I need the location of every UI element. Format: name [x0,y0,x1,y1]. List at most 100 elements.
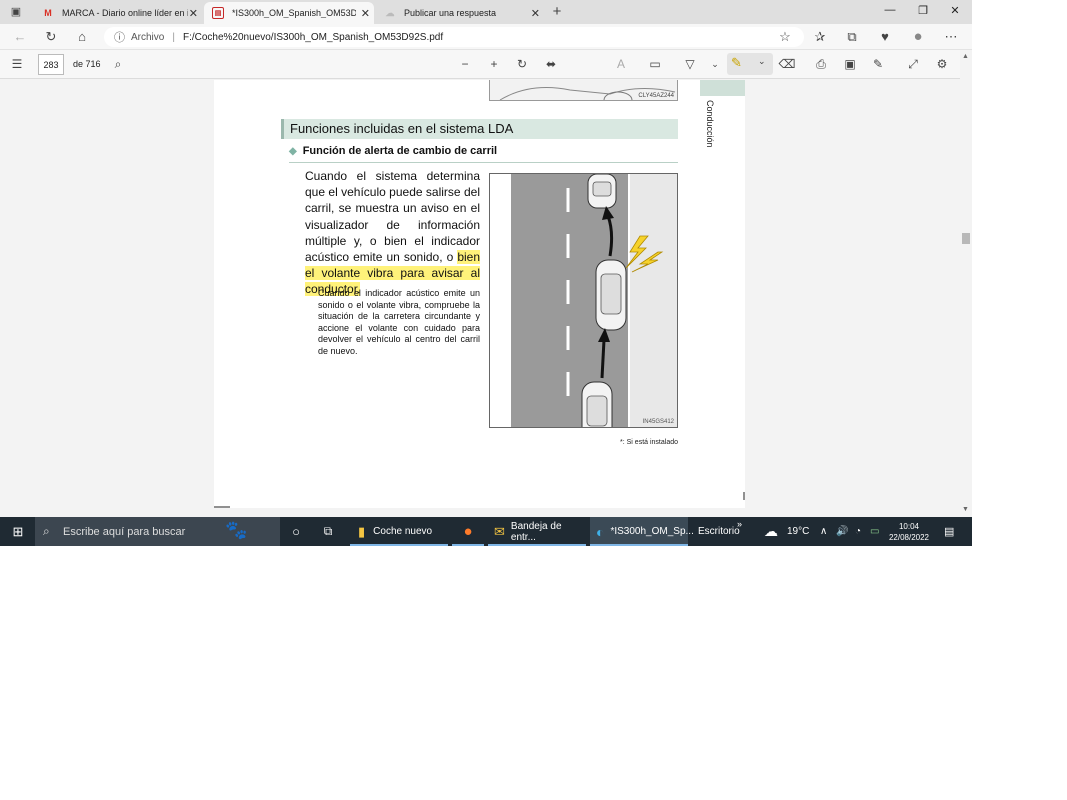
url-field[interactable]: ⓘ Archivo | F:/Coche%20nuevo/IS300h_OM_S… [104,27,804,47]
close-icon[interactable]: ✕ [361,7,370,20]
footnote: *: Si está instalado [620,439,678,446]
settings-icon[interactable]: ⚙ [933,55,951,73]
rotate-icon[interactable]: ↻ [513,55,531,73]
collections-icon[interactable]: ⧉ [843,28,861,46]
weather-cloud-icon[interactable]: ☁ [764,517,778,546]
favorites-icon[interactable]: ✰ [811,28,829,46]
eraser-icon[interactable]: ⌫ [778,55,796,73]
clock-time: 10:04 [898,521,920,531]
highlight-icon: ✎ [731,55,742,70]
address-bar: ← ↻ ⌂ ⓘ Archivo | F:/Coche%20nuevo/IS300… [0,24,972,50]
task-view-icon[interactable]: ⧉ [320,517,336,546]
cloud-icon: ☁ [385,7,395,18]
scroll-up-icon[interactable]: ▲ [962,53,969,60]
print-icon[interactable]: ⎙ [812,55,830,73]
save-as-icon[interactable]: ✎ [869,55,887,73]
read-aloud-icon[interactable]: A [612,55,630,73]
mail-icon: ✉ [494,523,505,539]
close-window-icon[interactable]: ✕ [945,4,965,17]
draw-icon[interactable]: ▽ [681,55,699,73]
add-favorite-icon[interactable]: ☆ [776,28,794,46]
tab-label: MARCA - Diario online líder en in [62,8,188,18]
scroll-thumb[interactable] [962,233,970,244]
profile-avatar-icon[interactable]: ● [909,28,927,46]
search-icon[interactable]: ⌕ [109,55,127,73]
notifications-icon[interactable]: ▤ [944,517,954,546]
clock[interactable]: 10:04 22/08/2022 [887,517,931,546]
taskbar-app-label: Coche nuevo [373,526,433,537]
close-icon[interactable]: ✕ [189,7,198,20]
save-icon[interactable]: ▣ [841,55,859,73]
active-indicator [350,544,448,546]
active-indicator [590,544,688,546]
search-highlight-doodle-icon: 🐾 [225,520,248,540]
fullscreen-icon[interactable]: ⤢ [904,55,922,73]
zoom-in-icon[interactable]: + [485,55,503,73]
figure-code: CLY45AZ244 [638,93,674,99]
tab-publicar[interactable]: ☁ Publicar una respuesta ✕ [376,2,544,24]
pdf-page: CLY45AZ244 Conducción Funciones incluida… [214,80,745,508]
search-placeholder: Escribe aquí para buscar [63,525,186,538]
desktop-toolbar-label[interactable]: Escritorio [698,517,740,546]
page-number-input[interactable]: 283 [38,54,64,75]
screen: ▣ M MARCA - Diario online líder en in ✕ … [0,0,972,546]
scroll-down-icon[interactable]: ▼ [962,506,969,513]
tab-actions-icon[interactable]: ▣ [7,3,25,21]
tab-pdf[interactable]: ▤ *IS300h_OM_Spanish_OM53D92S ✕ [204,2,374,24]
body-text: Cuando el sistema determina que el vehíc… [305,169,480,265]
taskbar-app-explorer[interactable]: ▮ Coche nuevo [350,517,448,546]
active-indicator [452,544,484,546]
fit-page-icon[interactable]: ⬌ [542,55,560,73]
tab-marca[interactable]: M MARCA - Diario online líder en in ✕ [34,2,202,24]
separator: | [172,31,175,43]
url-text: F:/Coche%20nuevo/IS300h_OM_Spanish_OM53D… [182,31,444,43]
folder-icon: ▮ [358,523,366,539]
pdf-toolbar: ☰ 283 de 716 ⌕ − + ↻ ⬌ A ▭ ▽ ⌄ ✎ ⌄ ⌫ ⎙ ▣… [0,50,972,79]
taskbar-app-edge[interactable]: ◐ *IS300h_OM_Sp... [590,517,694,546]
windows-start-icon[interactable]: ⊞ [10,517,26,546]
info-icon[interactable]: ⓘ [114,29,125,45]
pdf-icon: ▤ [212,7,224,19]
section-heading: Funciones incluidas en el sistema LDA [281,119,678,139]
battery-icon[interactable]: ▭ [870,517,879,546]
security-label: Archivo [131,31,165,43]
minimize-icon[interactable]: — [880,4,900,16]
crop-mark [743,492,745,500]
cortana-icon[interactable]: ○ [288,517,304,546]
new-tab-icon[interactable]: + [548,3,566,21]
firefox-icon: ● [463,523,473,540]
tab-bar: ▣ M MARCA - Diario online líder en in ✕ … [0,0,972,24]
search-icon: ⌕ [43,524,50,538]
home-icon[interactable]: ⌂ [73,28,91,46]
highlight-button[interactable]: ✎ ⌄ [727,53,773,75]
more-options-icon[interactable]: ⋯ [942,28,960,46]
contents-icon[interactable]: ☰ [8,55,26,73]
top-figure: CLY45AZ244 [489,80,678,101]
draw-dropdown-icon[interactable]: ⌄ [706,55,724,73]
close-icon[interactable]: ✕ [531,7,540,20]
wifi-icon[interactable]: ◔ [855,517,861,546]
tab-label: *IS300h_OM_Spanish_OM53D92S [232,8,356,18]
taskbar-search[interactable]: ⌕ Escribe aquí para buscar 🐾 [35,517,280,546]
toolbar-expand-icon[interactable]: » [737,509,742,538]
back-icon[interactable]: ← [11,28,29,46]
active-indicator [488,544,586,546]
highlight-dropdown-icon: ⌄ [758,56,766,66]
sub-heading: ◆ Función de alerta de cambio de carril [289,145,678,163]
lane-diagram [509,174,677,427]
zoom-out-icon[interactable]: − [456,55,474,73]
refresh-icon[interactable]: ↻ [42,28,60,46]
tab-label: Publicar una respuesta [404,8,497,18]
clock-date: 22/08/2022 [888,532,930,542]
browser-essentials-icon[interactable]: ♥ [876,28,894,46]
side-tab [700,80,745,96]
tray-expand-icon[interactable]: ∧ [820,517,827,546]
vertical-scrollbar[interactable]: ▲ ▼ [960,50,972,517]
taskbar-app-mail[interactable]: ✉ Bandeja de entr... [488,517,586,546]
document-area: CLY45AZ244 Conducción Funciones incluida… [0,80,960,517]
page-view-icon[interactable]: ▭ [646,55,664,73]
restore-icon[interactable]: ❐ [913,4,933,17]
taskbar-app-firefox[interactable]: ● [452,517,484,546]
volume-icon[interactable]: 🔊 [836,517,848,546]
weather-temp[interactable]: 19°C [787,517,809,546]
